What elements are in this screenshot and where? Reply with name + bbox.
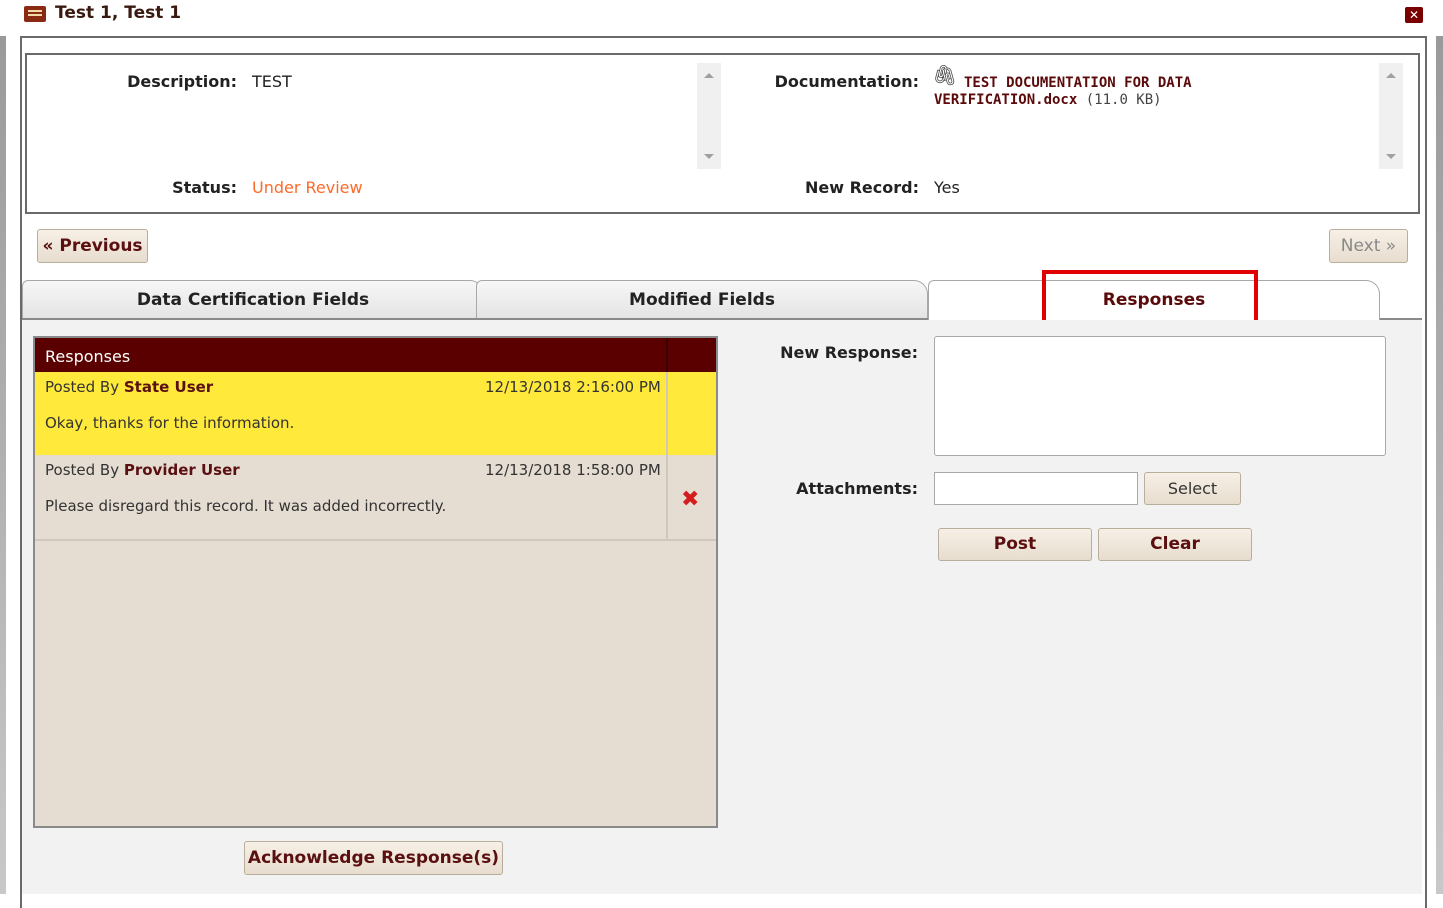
right-edge: [1436, 36, 1443, 894]
responses-header: Responses: [35, 338, 716, 372]
response-item[interactable]: Posted By State User 12/13/2018 2:16:00 …: [35, 372, 716, 455]
documentation-link[interactable]: TEST DOCUMENTATION FOR DATA VERIFICATION…: [934, 75, 1354, 109]
description-value: TEST: [252, 72, 292, 91]
row-divider: [666, 372, 668, 455]
record-info-panel: Description: TEST Status: Under Review D…: [25, 53, 1420, 214]
response-item[interactable]: Posted By Provider User 12/13/2018 1:58:…: [35, 455, 716, 541]
response-posted-by: Posted By State User: [45, 378, 213, 396]
response-timestamp: 12/13/2018 1:58:00 PM: [485, 461, 661, 479]
left-edge: [0, 36, 6, 894]
response-message: Okay, thanks for the information.: [45, 414, 295, 432]
scroll-up-icon[interactable]: [1386, 73, 1396, 78]
previous-button[interactable]: « Previous: [37, 229, 148, 263]
attachments-label: Attachments:: [796, 479, 918, 498]
description-label: Description:: [127, 72, 237, 91]
responses-header-title: Responses: [45, 347, 131, 366]
documentation-label: Documentation:: [774, 72, 919, 91]
scroll-up-icon[interactable]: [704, 73, 714, 78]
row-divider: [666, 455, 668, 539]
doc-name-line2[interactable]: VERIFICATION.docx: [934, 92, 1077, 108]
description-scrollbar[interactable]: [697, 63, 721, 169]
doc-size: (11.0 KB): [1085, 92, 1162, 108]
new-response-label: New Response:: [780, 343, 918, 362]
delete-icon[interactable]: ✖: [681, 487, 699, 512]
clear-button[interactable]: Clear: [1098, 528, 1252, 561]
documentation-scrollbar[interactable]: [1379, 63, 1403, 169]
status-value: Under Review: [252, 178, 363, 197]
new-record-value: Yes: [934, 178, 960, 197]
status-label: Status:: [172, 178, 237, 197]
header-divider: [666, 338, 668, 372]
close-icon[interactable]: ✕: [1405, 7, 1423, 23]
posted-by-prefix: Posted By: [45, 378, 120, 396]
new-response-textarea[interactable]: [934, 336, 1386, 456]
tab-modified-fields[interactable]: Modified Fields: [476, 280, 928, 318]
window-title-bar: Test 1, Test 1 ✕: [0, 0, 1443, 30]
response-author: State User: [123, 378, 214, 396]
select-attachment-button[interactable]: Select: [1144, 472, 1241, 505]
response-message: Please disregard this record. It was add…: [45, 497, 447, 515]
post-button[interactable]: Post: [938, 528, 1092, 561]
window-app-icon: [24, 6, 46, 22]
doc-name-line1[interactable]: TEST DOCUMENTATION FOR DATA: [964, 75, 1192, 91]
window-title: Test 1, Test 1: [55, 3, 182, 23]
next-button[interactable]: Next »: [1329, 229, 1408, 263]
tab-responses[interactable]: Responses: [928, 280, 1380, 320]
attachments-input[interactable]: [934, 472, 1138, 505]
posted-by-prefix: Posted By: [45, 461, 120, 479]
response-timestamp: 12/13/2018 2:16:00 PM: [485, 378, 661, 396]
tab-data-certification-fields[interactable]: Data Certification Fields: [22, 280, 484, 318]
scroll-down-icon[interactable]: [1386, 154, 1396, 159]
response-posted-by: Posted By Provider User: [45, 461, 240, 479]
scroll-down-icon[interactable]: [704, 154, 714, 159]
new-record-label: New Record:: [805, 178, 919, 197]
response-author: Provider User: [123, 461, 240, 479]
responses-list-panel: Responses Posted By State User 12/13/201…: [33, 336, 718, 828]
acknowledge-responses-button[interactable]: Acknowledge Response(s): [244, 841, 503, 875]
